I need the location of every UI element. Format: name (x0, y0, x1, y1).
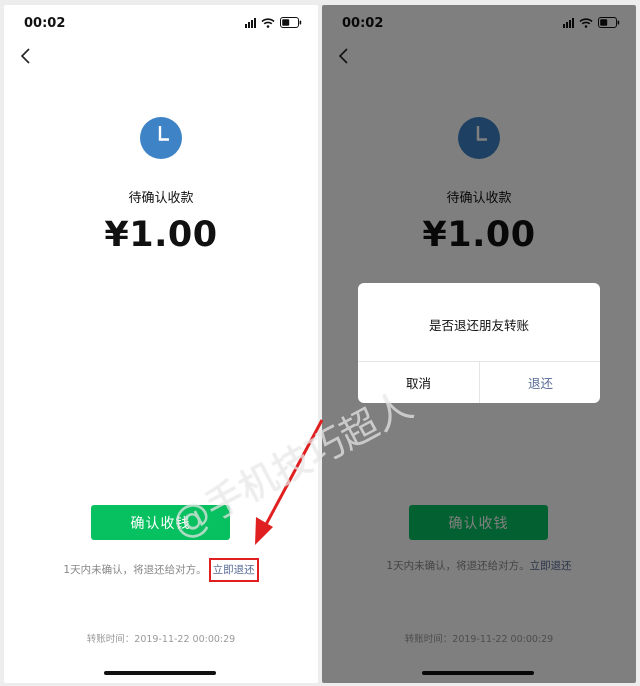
status-time: 00:02 (24, 16, 66, 31)
notice-text: 1天内未确认，将退还给对方。 (63, 564, 207, 576)
refund-confirm-dialog: 是否退还朋友转账 取消 退还 (358, 283, 600, 403)
dialog-cancel-button[interactable]: 取消 (358, 362, 479, 403)
clock-icon (140, 117, 182, 159)
home-indicator[interactable] (104, 671, 216, 675)
status-title: 待确认收款 (128, 191, 194, 206)
amount-value: ¥1.00 (104, 215, 218, 255)
back-chevron-icon[interactable] (16, 45, 36, 67)
confirm-receive-button[interactable]: 确认收钱 (91, 505, 230, 540)
right-screen: 00:02 待确认收款 ¥1.00 确认收钱 1天内未确认，将退还给对方。立即退… (322, 5, 636, 683)
refund-now-link[interactable]: 立即退还 (213, 564, 255, 576)
refund-notice: 1天内未确认，将退还给对方。立即退还 (4, 558, 318, 582)
dialog-message: 是否退还朋友转账 (428, 318, 529, 333)
status-icons (245, 17, 302, 28)
transfer-time: 转账时间：2019-11-22 00:00:29 (86, 634, 236, 645)
battery-icon (280, 17, 302, 28)
dialog-refund-button[interactable]: 退还 (480, 362, 600, 403)
status-bar: 00:02 (4, 5, 318, 41)
signal-icon (245, 17, 256, 28)
left-screen: 00:02 待确认收款 ¥1.00 确认收钱 1天内未确认，将退还给对方。 立即退… (4, 5, 318, 683)
wifi-icon (261, 17, 275, 28)
annotation-highlight-box: 立即退还 (208, 558, 259, 582)
